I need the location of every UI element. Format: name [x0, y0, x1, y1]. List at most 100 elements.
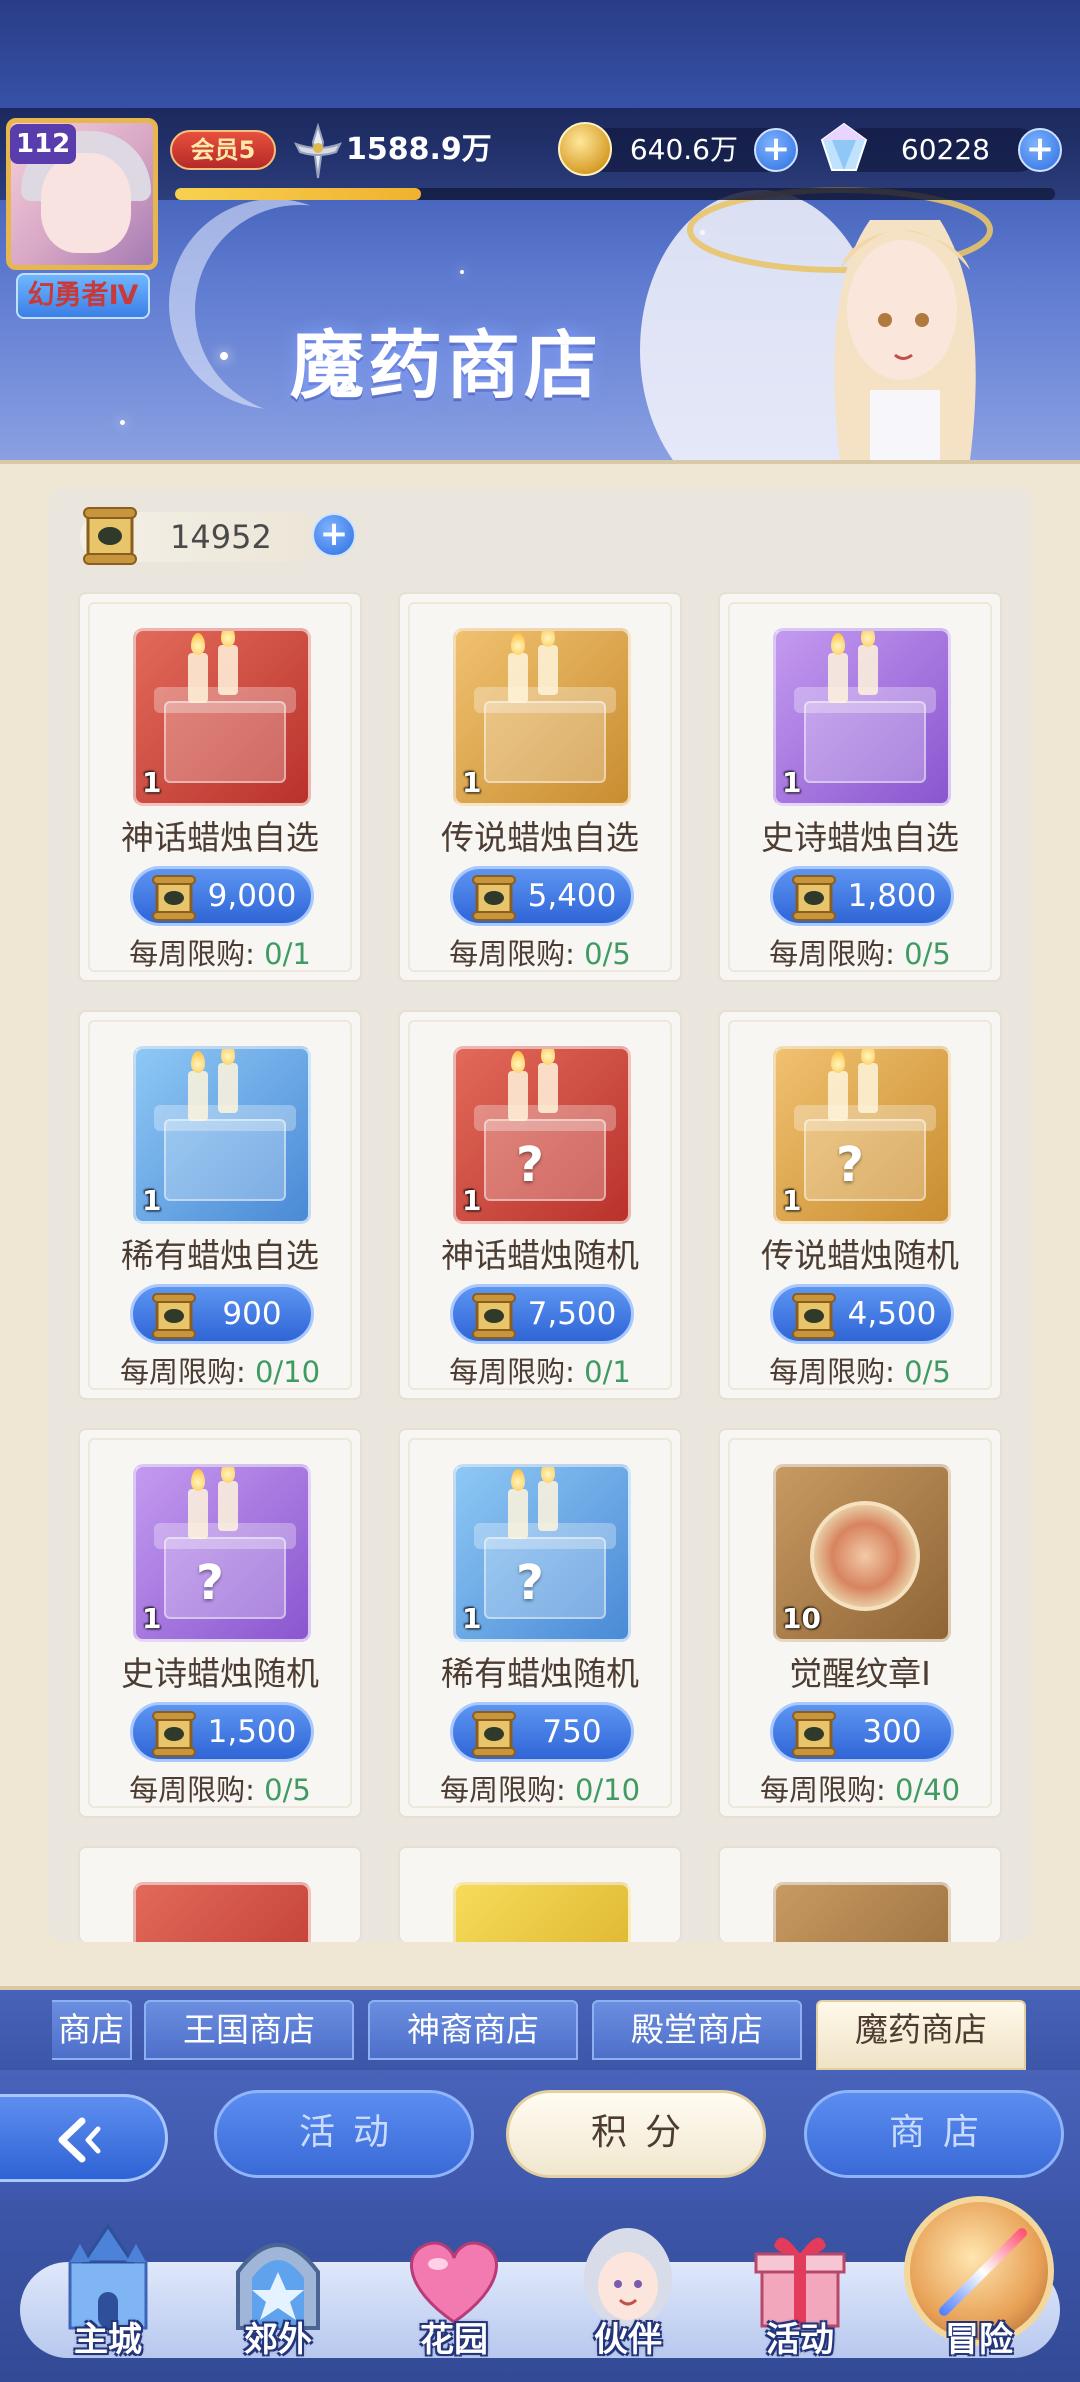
- shop-item-card[interactable]: ? 1 神话蜡烛随机 7,500 每周限购: 0/1: [398, 1010, 682, 1400]
- shop-item-card[interactable]: 1 史诗蜡烛自选 1,800 每周限购: 0/5: [718, 592, 1002, 982]
- scroll-currency-icon: [152, 875, 196, 921]
- purchase-limit: 每周限购: 0/5: [80, 1770, 360, 1810]
- flame-graphic: [191, 1051, 205, 1073]
- purchase-limit-label: 每周限购:: [129, 1773, 255, 1807]
- buy-button[interactable]: 300: [770, 1702, 954, 1762]
- gift-box-graphic: [164, 1119, 286, 1201]
- shop-item-icon[interactable]: [453, 1882, 631, 1942]
- rare-candle-random-icon[interactable]: ? 1: [453, 1464, 631, 1642]
- candle-graphic: [508, 1071, 528, 1121]
- tab-divine-shop[interactable]: 神裔商店: [368, 2000, 578, 2060]
- rare-candle-box-icon[interactable]: 1: [133, 1046, 311, 1224]
- add-gold-button[interactable]: +: [754, 128, 798, 172]
- nav-adventure-label[interactable]: 冒险: [904, 2318, 1054, 2362]
- item-name: 神话蜡烛随机: [441, 1236, 639, 1275]
- legendary-candle-random-icon[interactable]: ? 1: [773, 1046, 951, 1224]
- shop-item-card[interactable]: 10 觉醒纹章I 300 每周限购: 0/40: [718, 1428, 1002, 1818]
- shop-item-card[interactable]: ? 1 稀有蜡烛随机 750 每周限购: 0/10: [398, 1428, 682, 1818]
- mythic-candle-box-icon[interactable]: 1: [133, 628, 311, 806]
- castle-icon: [68, 2223, 148, 2330]
- nav-main-city-label: 主城: [74, 2320, 142, 2360]
- shop-item-card[interactable]: 1 神话蜡烛自选 9,000 每周限购: 0/1: [78, 592, 362, 982]
- vip-badge[interactable]: 会员5: [170, 130, 276, 170]
- player-title-badge[interactable]: 幻勇者Ⅳ: [16, 273, 150, 319]
- epic-candle-random-icon[interactable]: ? 1: [133, 1464, 311, 1642]
- shop-item-card-partial[interactable]: [718, 1846, 1002, 1942]
- back-button[interactable]: [0, 2094, 168, 2182]
- purchase-limit-label: 每周限购:: [129, 937, 255, 971]
- gift-box-graphic: [484, 1537, 606, 1619]
- buy-button[interactable]: 1,800: [770, 866, 954, 926]
- item-price: 9,000: [207, 878, 297, 914]
- gold-coin-icon: [558, 122, 612, 176]
- buy-button[interactable]: 7,500: [450, 1284, 634, 1344]
- item-name: 传说蜡烛自选: [441, 818, 639, 857]
- candle-graphic: [188, 1071, 208, 1121]
- purchase-limit-count: 0/5: [264, 1773, 311, 1807]
- candle-graphic: [538, 645, 558, 695]
- purchase-limit: 每周限购: 0/1: [400, 1352, 680, 1392]
- gold-value: 640.6万: [629, 133, 738, 166]
- shop-item-card[interactable]: 1 传说蜡烛自选 5,400 每周限购: 0/5: [398, 592, 682, 982]
- flame-graphic: [541, 1467, 555, 1483]
- buy-button[interactable]: 9,000: [130, 866, 314, 926]
- purchase-limit-label: 每周限购:: [769, 937, 895, 971]
- flame-graphic: [831, 633, 845, 655]
- shop-item-card[interactable]: 1 稀有蜡烛自选 900 每周限购: 0/10: [78, 1010, 362, 1400]
- nav-main-city[interactable]: 主城: [28, 2222, 188, 2362]
- purchase-limit-count: 0/10: [574, 1773, 641, 1807]
- flame-graphic: [831, 1051, 845, 1073]
- exp-progress-bar: [175, 188, 1055, 200]
- shop-item-card-partial[interactable]: [78, 1846, 362, 1942]
- epic-candle-box-icon[interactable]: 1: [773, 628, 951, 806]
- purchase-limit: 每周限购: 0/10: [80, 1352, 360, 1392]
- buy-button[interactable]: 750: [450, 1702, 634, 1762]
- purchase-limit-label: 每周限购:: [449, 1355, 575, 1389]
- diamond-icon: [820, 122, 868, 171]
- add-diamond-button[interactable]: +: [1018, 128, 1062, 172]
- mythic-candle-random-icon[interactable]: ? 1: [453, 1046, 631, 1224]
- flame-graphic: [511, 633, 525, 655]
- shop-item-card[interactable]: ? 1 史诗蜡烛随机 1,500 每周限购: 0/5: [78, 1428, 362, 1818]
- scroll-currency-icon: [472, 1711, 516, 1757]
- category-points-button[interactable]: 积分: [506, 2090, 766, 2178]
- candle-graphic: [218, 645, 238, 695]
- nav-activity-label: 活动: [766, 2320, 834, 2360]
- tab-kingdom-shop[interactable]: 王国商店: [144, 2000, 354, 2060]
- awakening-emblem-icon[interactable]: 10: [773, 1464, 951, 1642]
- tab-shop[interactable]: 商店: [52, 2000, 132, 2060]
- question-mark-icon: ?: [516, 1555, 544, 1611]
- tab-potion-shop[interactable]: 魔药商店: [816, 2000, 1026, 2070]
- buy-button[interactable]: 4,500: [770, 1284, 954, 1344]
- tab-hall-shop[interactable]: 殿堂商店: [592, 2000, 802, 2060]
- item-price: 5,400: [527, 878, 617, 914]
- shop-item-icon[interactable]: [133, 1882, 311, 1942]
- back-arrow-icon: [58, 2117, 101, 2163]
- flame-graphic: [221, 631, 235, 647]
- buy-button[interactable]: 5,400: [450, 866, 634, 926]
- nav-partners[interactable]: 伙伴: [548, 2222, 708, 2362]
- add-shop-currency-button[interactable]: +: [312, 513, 356, 557]
- scroll-currency-icon: [83, 507, 137, 565]
- exp-progress-fill: [175, 188, 422, 200]
- buy-button[interactable]: 1,500: [130, 1702, 314, 1762]
- shop-item-icon[interactable]: [773, 1882, 951, 1942]
- legendary-candle-box-icon[interactable]: 1: [453, 628, 631, 806]
- item-quantity: 10: [782, 1602, 821, 1635]
- nav-activity[interactable]: 活动: [720, 2222, 880, 2362]
- flame-graphic: [191, 633, 205, 655]
- nav-garden[interactable]: 花园: [374, 2222, 534, 2362]
- shop-item-card[interactable]: ? 1 传说蜡烛随机 4,500 每周限购: 0/5: [718, 1010, 1002, 1400]
- gift-box-graphic: [804, 1119, 926, 1201]
- candle-graphic: [858, 645, 878, 695]
- gift-box-graphic: [484, 701, 606, 783]
- category-shop-button[interactable]: 商店: [804, 2090, 1064, 2178]
- category-activity-button[interactable]: 活动: [214, 2090, 474, 2178]
- flame-graphic: [221, 1049, 235, 1065]
- item-name: 史诗蜡烛自选: [761, 818, 959, 857]
- gift-box-graphic: [804, 701, 926, 783]
- nav-outskirts[interactable]: 郊外: [198, 2222, 358, 2362]
- buy-button[interactable]: 900: [130, 1284, 314, 1344]
- shop-item-card-partial[interactable]: [398, 1846, 682, 1942]
- item-price: 4,500: [847, 1296, 937, 1332]
